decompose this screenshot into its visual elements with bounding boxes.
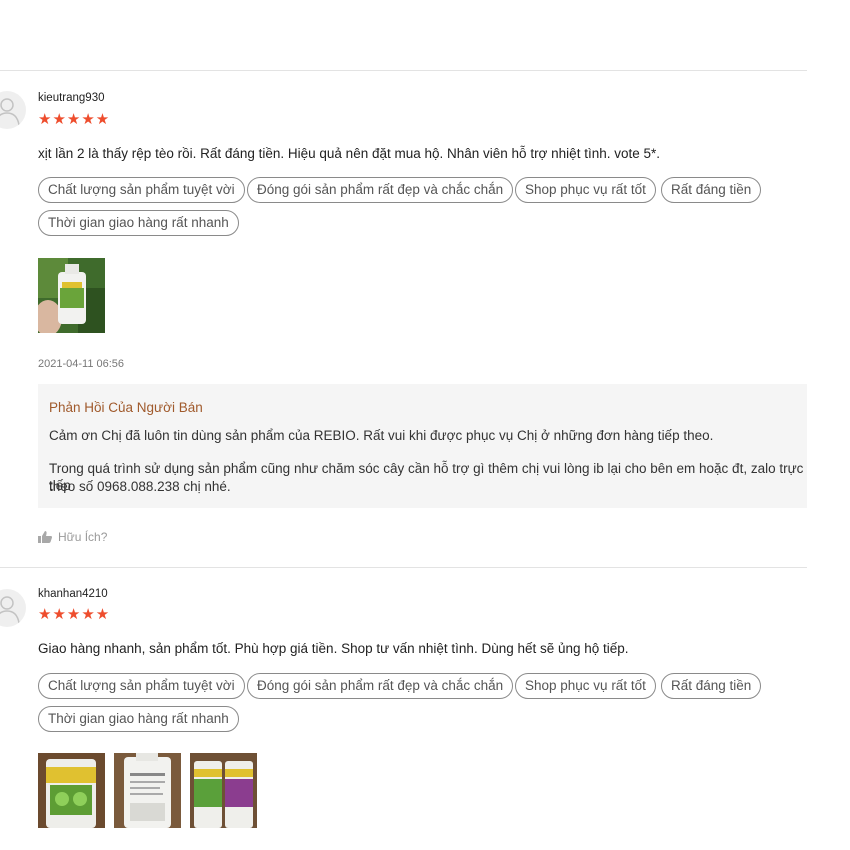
review-tag: Shop phục vụ rất tốt <box>515 673 656 699</box>
review-comment: Giao hàng nhanh, sản phẩm tốt. Phù hợp g… <box>38 641 629 656</box>
star-rating: ★★★★★ <box>38 606 111 623</box>
review-photo-thumbnail[interactable] <box>38 258 105 333</box>
review-tag: Thời gian giao hàng rất nhanh <box>38 706 239 732</box>
review-tag: Rất đáng tiền <box>661 177 762 203</box>
review-divider <box>0 567 807 568</box>
user-avatar-icon[interactable] <box>0 91 26 129</box>
review-username[interactable]: khanhan4210 <box>38 588 108 600</box>
user-avatar-icon[interactable] <box>0 589 26 627</box>
helpful-label: Hữu Ích? <box>58 530 108 544</box>
review-date: 2021-04-11 06:56 <box>38 358 125 370</box>
review-tag: Shop phục vụ rất tốt <box>515 177 656 203</box>
seller-reply-text: Cảm ơn Chị đã luôn tin dùng sản phẩm của… <box>49 428 714 443</box>
review-tag: Chất lượng sản phẩm tuyệt vời <box>38 177 245 203</box>
review-tag: Thời gian giao hàng rất nhanh <box>38 210 239 236</box>
review-username[interactable]: kieutrang930 <box>38 92 105 104</box>
review-photo-thumbnail[interactable] <box>38 753 105 828</box>
thumbs-up-icon <box>38 531 52 543</box>
review-comment: xịt lần 2 là thấy rệp tèo rồi. Rất đáng … <box>38 146 660 161</box>
seller-reply-text: theo số 0968.088.238 chị nhé. <box>49 479 231 494</box>
review-photo-thumbnail[interactable] <box>190 753 257 828</box>
review-tag: Đóng gói sản phẩm rất đẹp và chắc chắn <box>247 177 514 203</box>
seller-reply-title: Phản Hồi Của Người Bán <box>49 400 203 415</box>
review-tag: Đóng gói sản phẩm rất đẹp và chắc chắn <box>247 673 514 699</box>
review-tag: Chất lượng sản phẩm tuyệt vời <box>38 673 245 699</box>
review-photo-thumbnail[interactable] <box>114 753 181 828</box>
helpful-button[interactable]: Hữu Ích? <box>38 530 107 544</box>
top-divider <box>0 70 807 71</box>
seller-reply: Phản Hồi Của Người Bán Cảm ơn Chị đã luô… <box>38 384 807 508</box>
review-tag: Rất đáng tiền <box>661 673 762 699</box>
star-rating: ★★★★★ <box>38 111 111 128</box>
